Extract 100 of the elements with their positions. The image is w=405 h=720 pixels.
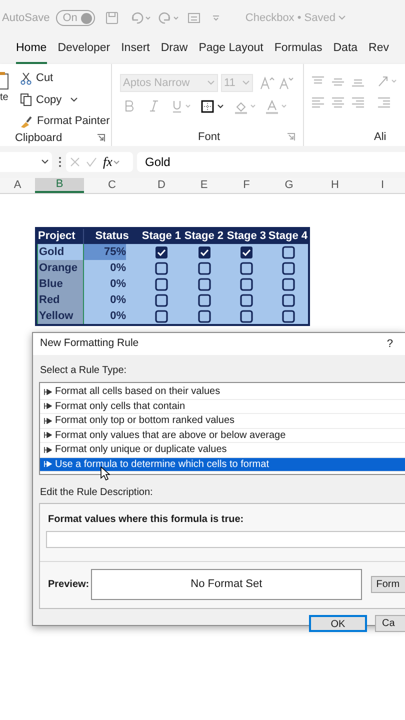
formula-input-field[interactable] [46, 531, 405, 548]
format-button[interactable]: Form [371, 576, 405, 593]
more-icon[interactable] [58, 156, 62, 168]
paste-button[interactable]: te [0, 64, 14, 130]
dialog-button[interactable]: OK [309, 615, 367, 632]
checkbox[interactable] [282, 246, 294, 258]
caret-icon[interactable] [211, 13, 222, 23]
table-cell-text: 0% [110, 276, 126, 292]
column-header[interactable]: D [140, 178, 183, 193]
table-cell[interactable]: Blue [37, 276, 84, 292]
align-right-icon[interactable] [352, 96, 364, 108]
caret-icon [207, 79, 215, 87]
checkbox[interactable] [155, 294, 168, 306]
ribbon-tab[interactable]: Data [333, 40, 358, 64]
brush-icon [20, 114, 33, 128]
form-icon[interactable] [187, 11, 202, 25]
caret-icon [242, 79, 250, 87]
rule-type-item[interactable]: Format only values that are above or below average [40, 428, 405, 443]
preview-label: Preview: [48, 578, 90, 592]
checkbox[interactable] [240, 310, 253, 322]
cut-button[interactable]: Cut [20, 70, 110, 86]
table-cell[interactable]: Red [37, 292, 84, 308]
group-label: Ali [374, 130, 386, 145]
checkbox[interactable] [240, 246, 253, 258]
redo-icon[interactable] [157, 11, 180, 25]
column-header[interactable]: A [0, 178, 35, 193]
checkbox[interactable] [282, 310, 294, 322]
checkbox[interactable] [240, 294, 253, 306]
checkbox[interactable] [198, 310, 210, 322]
column-header[interactable]: C [84, 178, 140, 193]
checkbox[interactable] [155, 246, 168, 258]
dialog-button[interactable]: Ca [375, 615, 405, 632]
checkbox[interactable] [282, 278, 294, 290]
column-header[interactable]: F [225, 178, 268, 193]
checkbox[interactable] [240, 278, 253, 290]
ribbon-tab[interactable]: Formulas [274, 40, 322, 64]
caret-icon [113, 158, 120, 166]
shrink-font-icon[interactable] [278, 76, 294, 90]
cancel-icon[interactable] [70, 157, 80, 167]
align-left-icon[interactable] [312, 96, 324, 108]
format-painter-button[interactable]: Format Painter [20, 113, 110, 130]
orientation-icon[interactable] [378, 75, 398, 87]
help-button[interactable]: ? [386, 336, 393, 352]
table-cell-text: 0% [110, 292, 126, 308]
italic-icon[interactable] [149, 100, 159, 112]
ribbon-tab[interactable]: Developer [58, 40, 110, 64]
rule-type-item[interactable]: Format only top or bottom ranked values [40, 414, 405, 428]
checkbox[interactable] [240, 262, 253, 274]
checkbox[interactable] [198, 246, 210, 258]
arrow-icon [44, 388, 52, 395]
checkbox[interactable] [155, 262, 168, 274]
grow-font-icon[interactable] [259, 76, 275, 90]
checkbox[interactable] [155, 310, 168, 322]
save-icon[interactable] [105, 11, 120, 25]
column-header[interactable]: E [183, 178, 225, 193]
table-cell[interactable]: Gold [37, 244, 84, 260]
table-cell[interactable]: Orange [37, 260, 84, 276]
checkbox[interactable] [198, 262, 210, 274]
ribbon-tab[interactable]: Draw [160, 40, 188, 64]
dialog-launcher-icon[interactable] [287, 133, 295, 141]
bold-icon[interactable] [124, 100, 134, 112]
column-header[interactable]: B [35, 178, 84, 193]
undo-icon[interactable] [129, 11, 152, 25]
ribbon-tab[interactable]: Insert [121, 40, 150, 64]
column-header[interactable]: G [268, 178, 310, 193]
arrow-icon [44, 432, 52, 438]
table-cell-text: 0% [110, 260, 126, 276]
arrow-icon [44, 446, 52, 453]
column-heading: Stage 1 [140, 229, 182, 244]
align-center-icon[interactable] [332, 96, 344, 108]
ribbon-tab[interactable]: Page Layout [198, 40, 264, 64]
table-cell-text: 0% [110, 308, 126, 324]
ribbon-tab[interactable]: Rev [368, 40, 389, 64]
rule-type-item[interactable]: Format only cells that contain [40, 400, 405, 414]
column-header[interactable]: I [360, 178, 405, 193]
rule-type-item[interactable]: Format all cells based on their values [40, 385, 405, 400]
enter-icon[interactable] [86, 157, 97, 167]
borders-icon[interactable] [201, 100, 225, 114]
copy-button[interactable]: Copy [20, 92, 110, 108]
table-cell-text: 75% [104, 244, 126, 260]
arrow-icon [44, 418, 52, 424]
table-cell[interactable]: Yellow [37, 308, 84, 324]
decrease-indent-icon[interactable] [378, 96, 390, 108]
font-color-icon[interactable] [265, 100, 289, 114]
dialog-launcher-icon[interactable] [97, 134, 105, 142]
rule-type-item[interactable]: Use a formula to determine which cells to format [40, 458, 405, 472]
arrow-icon [44, 461, 52, 468]
underline-icon[interactable] [172, 100, 192, 113]
section-label: Edit the Rule Description: [39, 486, 154, 500]
scissors-icon [20, 72, 32, 85]
checkbox[interactable] [282, 262, 294, 274]
checkbox[interactable] [198, 278, 210, 290]
fill-color-icon[interactable] [234, 100, 258, 114]
section-label: Select a Rule Type: [39, 364, 128, 378]
checkbox[interactable] [282, 294, 294, 306]
checkbox[interactable] [155, 278, 168, 290]
column-heading: Stage 2 [183, 229, 225, 244]
checkbox[interactable] [198, 294, 210, 306]
formula-field[interactable]: Gold [137, 152, 405, 172]
column-header[interactable]: H [310, 178, 360, 193]
